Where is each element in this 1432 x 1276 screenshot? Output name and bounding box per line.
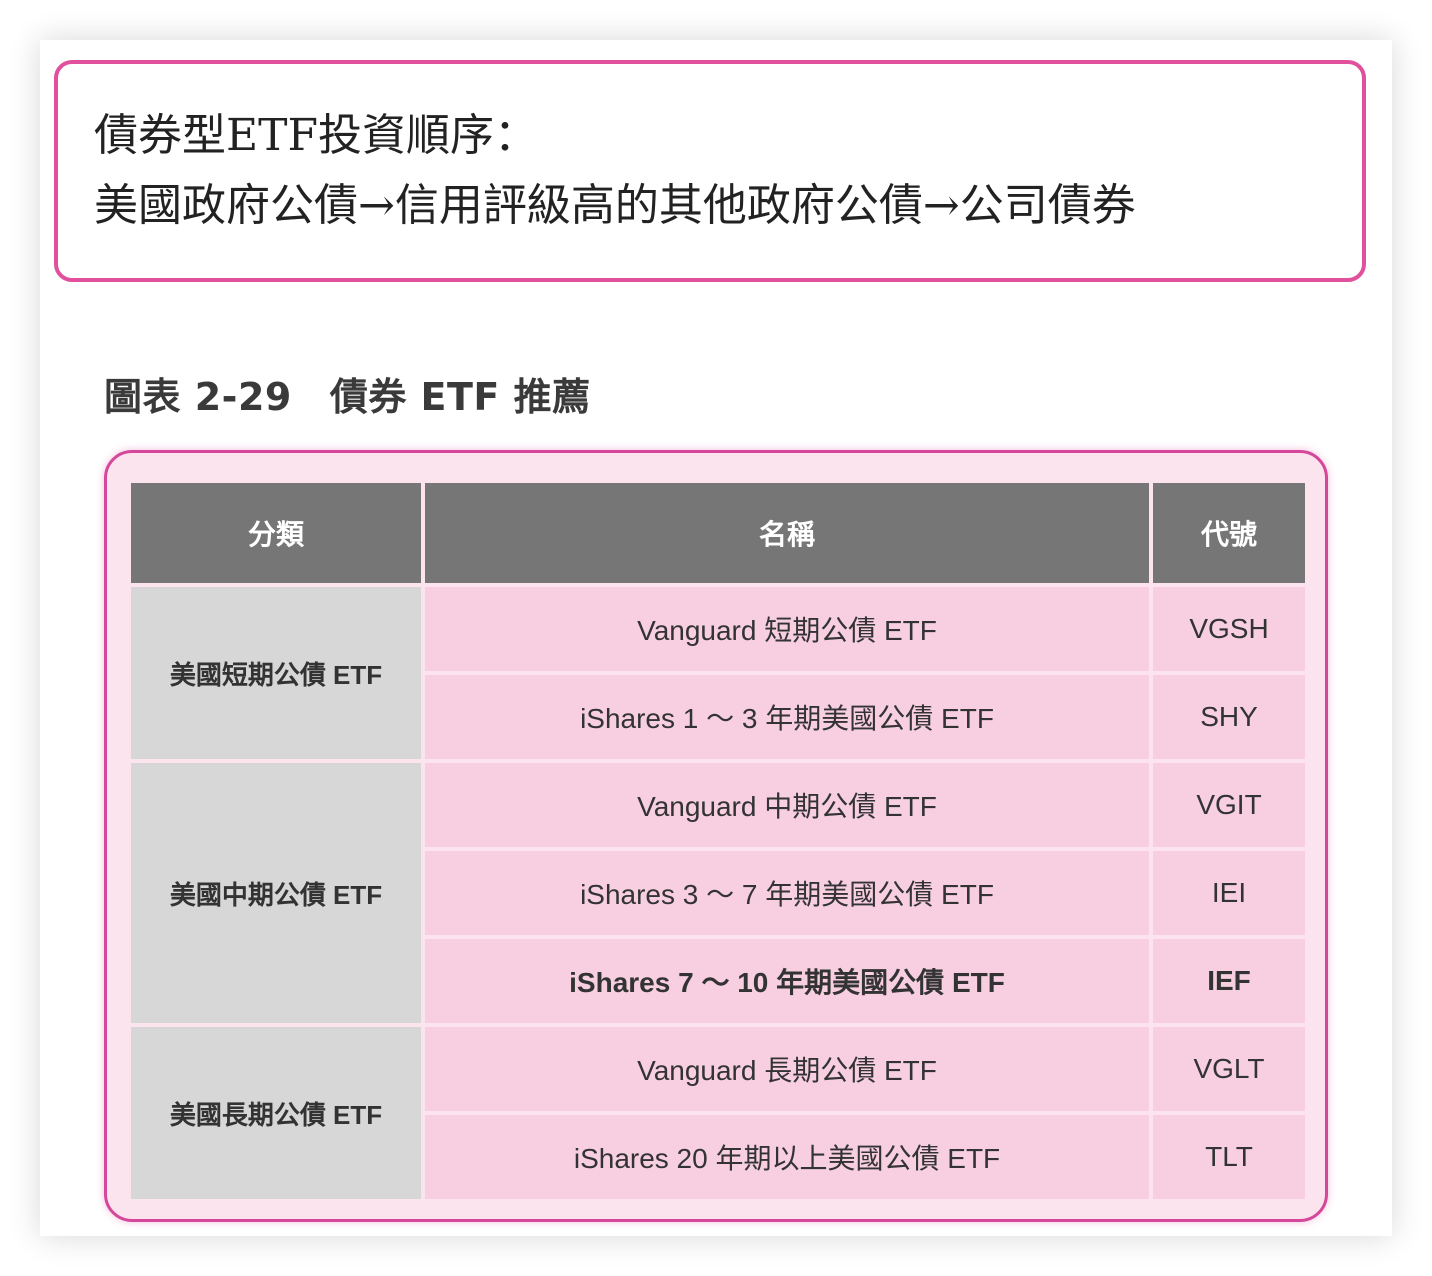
etf-code-cell: VGSH xyxy=(1153,587,1305,671)
investment-order-callout: 債券型ETF投資順序： 美國政府公債→信用評級高的其他政府公債→公司債券 xyxy=(54,60,1366,282)
header-name: 名稱 xyxy=(425,483,1149,583)
table-row: 美國中期公債 ETF Vanguard 中期公債 ETF VGIT xyxy=(131,763,1305,1023)
table-frame: 分類 名稱 代號 美國短期公債 ETF Vanguard 短期公債 ETF VG… xyxy=(104,450,1328,1222)
etf-name-cell: Vanguard 中期公債 ETF xyxy=(425,763,1149,847)
etf-name-cell: iShares 20 年期以上美國公債 ETF xyxy=(425,1115,1149,1199)
header-code: 代號 xyxy=(1153,483,1305,583)
figure-number: 圖表 2-29 xyxy=(104,375,292,419)
category-cell: 美國長期公債 ETF xyxy=(131,1027,421,1199)
etf-table: 分類 名稱 代號 美國短期公債 ETF Vanguard 短期公債 ETF VG… xyxy=(127,479,1309,1203)
callout-heading: 債券型ETF投資順序： xyxy=(94,110,538,161)
table-row: 美國短期公債 ETF Vanguard 短期公債 ETF VGSH xyxy=(131,587,1305,759)
etf-code-cell: VGLT xyxy=(1153,1027,1305,1111)
etf-name-cell: iShares 3 ～ 7 年期美國公債 ETF xyxy=(425,851,1149,935)
figure-caption: 債券 ETF 推薦 xyxy=(329,375,591,419)
figure-title: 圖表 2-29 債券 ETF 推薦 xyxy=(104,366,591,421)
etf-code-cell: VGIT xyxy=(1153,763,1305,847)
etf-name-cell: Vanguard 長期公債 ETF xyxy=(425,1027,1149,1111)
etf-name-cell: Vanguard 短期公債 ETF xyxy=(425,587,1149,671)
table-row: 美國長期公債 ETF Vanguard 長期公債 ETF VGLT xyxy=(131,1027,1305,1199)
category-cell: 美國短期公債 ETF xyxy=(131,587,421,759)
etf-name-cell: iShares 7 ～ 10 年期美國公債 ETF xyxy=(425,939,1149,1023)
etf-code-cell: IEI xyxy=(1153,851,1305,935)
etf-code-cell: SHY xyxy=(1153,675,1305,759)
table-header-row: 分類 名稱 代號 xyxy=(131,483,1305,583)
etf-name-cell: iShares 1 ～ 3 年期美國公債 ETF xyxy=(425,675,1149,759)
document-page: 債券型ETF投資順序： 美國政府公債→信用評級高的其他政府公債→公司債券 圖表 … xyxy=(40,40,1392,1236)
category-cell: 美國中期公債 ETF xyxy=(131,763,421,1023)
header-category: 分類 xyxy=(131,483,421,583)
etf-code-cell: IEF xyxy=(1153,939,1305,1023)
etf-code-cell: TLT xyxy=(1153,1115,1305,1199)
callout-order-text: 美國政府公債→信用評級高的其他政府公債→公司債券 xyxy=(94,180,1136,231)
